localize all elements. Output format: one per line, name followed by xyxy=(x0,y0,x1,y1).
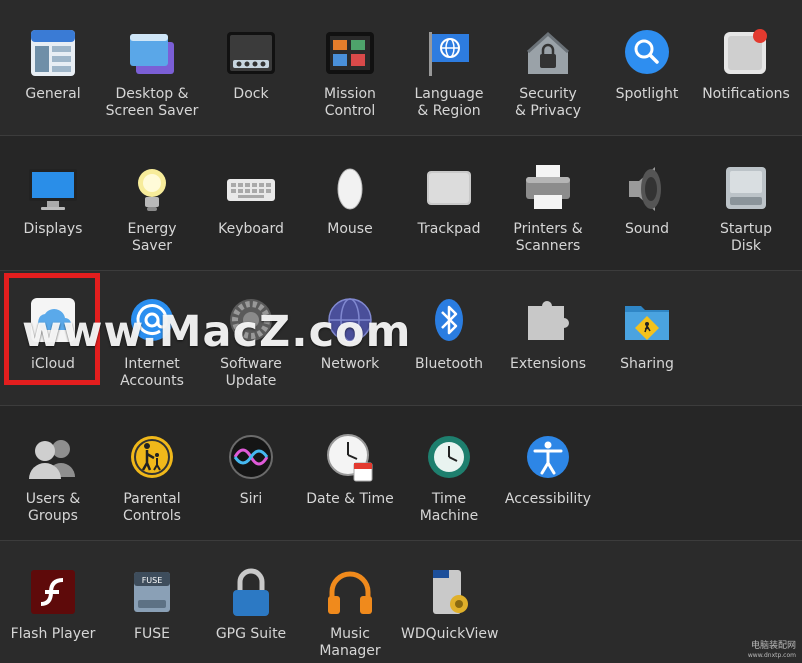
pane-label: Users & Groups xyxy=(25,491,81,524)
pane-label: Flash Player xyxy=(10,626,96,642)
trackpad-icon xyxy=(423,163,475,215)
pane-label: Keyboard xyxy=(218,221,284,237)
fuse-icon: FUSE xyxy=(126,568,178,620)
pane-language-region[interactable]: Language & Region xyxy=(401,28,497,120)
notifications-icon xyxy=(720,28,772,80)
pane-energy-saver[interactable]: Energy Saver xyxy=(104,163,200,255)
pane-label: Accessibility xyxy=(504,491,592,507)
wd-drive-icon xyxy=(423,568,475,620)
pane-label: Mouse xyxy=(327,221,373,237)
accessibility-icon xyxy=(522,433,574,485)
pane-label: Security & Privacy xyxy=(514,86,582,119)
dock-icon xyxy=(225,28,277,80)
display-icon xyxy=(27,163,79,215)
sharing-folder-icon xyxy=(621,298,673,350)
clock-icon xyxy=(324,433,376,485)
pane-label: Spotlight xyxy=(615,86,679,102)
pane-sharing[interactable]: Sharing xyxy=(599,298,695,373)
flag-globe-icon xyxy=(423,28,475,80)
flash-icon xyxy=(27,568,79,620)
pane-label: Network xyxy=(320,356,380,372)
watermark-text: www.MacZ.com xyxy=(22,307,412,357)
pane-displays[interactable]: Displays xyxy=(5,163,101,238)
pane-label: General xyxy=(25,86,81,102)
pane-gpg-suite[interactable]: GPG Suite xyxy=(203,568,299,643)
pane-date-time[interactable]: Date & Time xyxy=(302,433,398,508)
desktop-icon xyxy=(126,28,178,80)
pane-wdquickview[interactable]: WDQuickView xyxy=(401,568,499,643)
pane-notifications[interactable]: Notifications xyxy=(698,28,794,103)
pane-sound[interactable]: Sound xyxy=(599,163,695,238)
pane-time-machine[interactable]: Time Machine xyxy=(401,433,497,525)
pane-label: Displays xyxy=(23,221,83,237)
pane-spotlight[interactable]: Spotlight xyxy=(599,28,695,103)
pane-label: Startup Disk xyxy=(720,221,772,254)
corner-watermark-title: 电脑装配网 xyxy=(750,641,796,651)
pane-trackpad[interactable]: Trackpad xyxy=(401,163,497,238)
pane-label: Energy Saver xyxy=(127,221,177,254)
svg-text:FUSE: FUSE xyxy=(142,576,163,585)
parental-icon xyxy=(126,433,178,485)
pane-label: Software Update xyxy=(220,356,282,389)
pane-security-privacy[interactable]: Security & Privacy xyxy=(500,28,596,120)
pane-label: GPG Suite xyxy=(215,626,287,642)
pane-label: Desktop & Screen Saver xyxy=(105,86,199,119)
pane-label: Notifications xyxy=(702,86,790,102)
pane-label: Dock xyxy=(233,86,269,102)
house-lock-icon xyxy=(522,28,574,80)
pane-label: Sound xyxy=(624,221,670,237)
pane-extensions[interactable]: Extensions xyxy=(500,298,596,373)
pane-mouse[interactable]: Mouse xyxy=(302,163,398,238)
pane-general[interactable]: General xyxy=(5,28,101,103)
puzzle-icon xyxy=(522,298,574,350)
pane-label: Date & Time xyxy=(306,491,394,507)
lightbulb-icon xyxy=(126,163,178,215)
disk-icon xyxy=(720,163,772,215)
pane-mission-control[interactable]: Mission Control xyxy=(302,28,398,120)
pane-label: FUSE xyxy=(133,626,171,642)
pane-label: Bluetooth xyxy=(415,356,483,372)
speaker-icon xyxy=(621,163,673,215)
pane-label: Printers & Scanners xyxy=(513,221,583,254)
pane-siri[interactable]: Siri xyxy=(203,433,299,508)
pane-label: Sharing xyxy=(620,356,674,372)
time-machine-icon xyxy=(423,433,475,485)
pane-label: Internet Accounts xyxy=(120,356,184,389)
pane-label: WDQuickView xyxy=(401,626,499,642)
pane-startup-disk[interactable]: Startup Disk xyxy=(698,163,794,255)
spotlight-icon xyxy=(621,28,673,80)
pane-label: Mission Control xyxy=(324,86,376,119)
pane-flash-player[interactable]: Flash Player xyxy=(5,568,101,643)
pane-label: Parental Controls xyxy=(123,491,181,524)
pane-dock[interactable]: Dock xyxy=(203,28,299,103)
pane-label: Music Manager xyxy=(319,626,381,659)
siri-icon xyxy=(225,433,277,485)
pane-accessibility[interactable]: Accessibility xyxy=(500,433,596,508)
pane-desktop-screen-saver[interactable]: Desktop & Screen Saver xyxy=(104,28,200,120)
pane-label: Extensions xyxy=(509,356,587,372)
keyboard-icon xyxy=(225,163,277,215)
pane-bluetooth[interactable]: Bluetooth xyxy=(401,298,497,373)
padlock-icon xyxy=(225,568,277,620)
headphones-icon xyxy=(324,568,376,620)
mission-control-icon xyxy=(324,28,376,80)
pane-label: Siri xyxy=(239,491,263,507)
pane-label: Time Machine xyxy=(419,491,479,524)
corner-watermark: 电脑装配网 www.dnxtp.com xyxy=(748,641,796,661)
pane-label: Trackpad xyxy=(417,221,481,237)
pane-printers-scanners[interactable]: Printers & Scanners xyxy=(500,163,596,255)
pane-fuse[interactable]: FUSE FUSE xyxy=(104,568,200,643)
bluetooth-icon xyxy=(423,298,475,350)
pane-parental-controls[interactable]: Parental Controls xyxy=(104,433,200,525)
pane-keyboard[interactable]: Keyboard xyxy=(203,163,299,238)
printer-icon xyxy=(522,163,574,215)
mouse-icon xyxy=(324,163,376,215)
users-icon xyxy=(27,433,79,485)
general-icon xyxy=(27,28,79,80)
pane-label: Language & Region xyxy=(414,86,484,119)
corner-watermark-url: www.dnxtp.com xyxy=(747,652,796,659)
pane-users-groups[interactable]: Users & Groups xyxy=(5,433,101,525)
pane-music-manager[interactable]: Music Manager xyxy=(302,568,398,660)
